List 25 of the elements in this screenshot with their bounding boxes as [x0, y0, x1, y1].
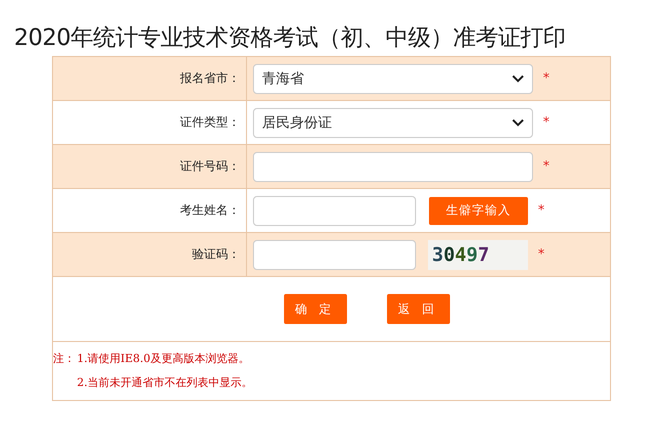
input-field[interactable] — [253, 240, 416, 270]
page-title: 2020年统计专业技术资格考试（初、中级）准考证打印 — [13, 24, 567, 53]
note-text: 2.当前未开通省市不在列表中显示。 — [77, 374, 252, 390]
input-field[interactable] — [253, 196, 416, 226]
chevron-down-icon — [512, 74, 524, 82]
action-button[interactable]: 确 定 — [284, 294, 346, 324]
field-label: 证件类型： — [180, 114, 240, 131]
rare-character-button[interactable]: 生僻字输入 — [429, 196, 528, 224]
field-label: 考生姓名： — [180, 202, 240, 219]
note-text: 1.请使用IE8.0及更高版本浏览器。 — [77, 350, 250, 366]
input-field[interactable] — [253, 152, 533, 182]
note-prefix: 注： — [53, 350, 76, 366]
field-label: 验证码： — [192, 246, 240, 263]
select-field[interactable]: 青海省 — [253, 64, 533, 94]
action-button[interactable]: 返 回 — [386, 294, 450, 324]
select-field[interactable]: 居民身份证 — [253, 108, 533, 138]
chevron-down-icon — [512, 118, 524, 126]
required-mark: * — [538, 203, 544, 218]
field-label: 证件号码： — [180, 158, 240, 175]
required-mark: * — [543, 159, 550, 174]
required-mark: * — [538, 247, 544, 262]
required-mark: * — [543, 115, 550, 130]
field-label: 报名省市： — [180, 70, 240, 87]
required-mark: * — [543, 71, 550, 86]
captcha-image: 30497 — [428, 240, 528, 270]
